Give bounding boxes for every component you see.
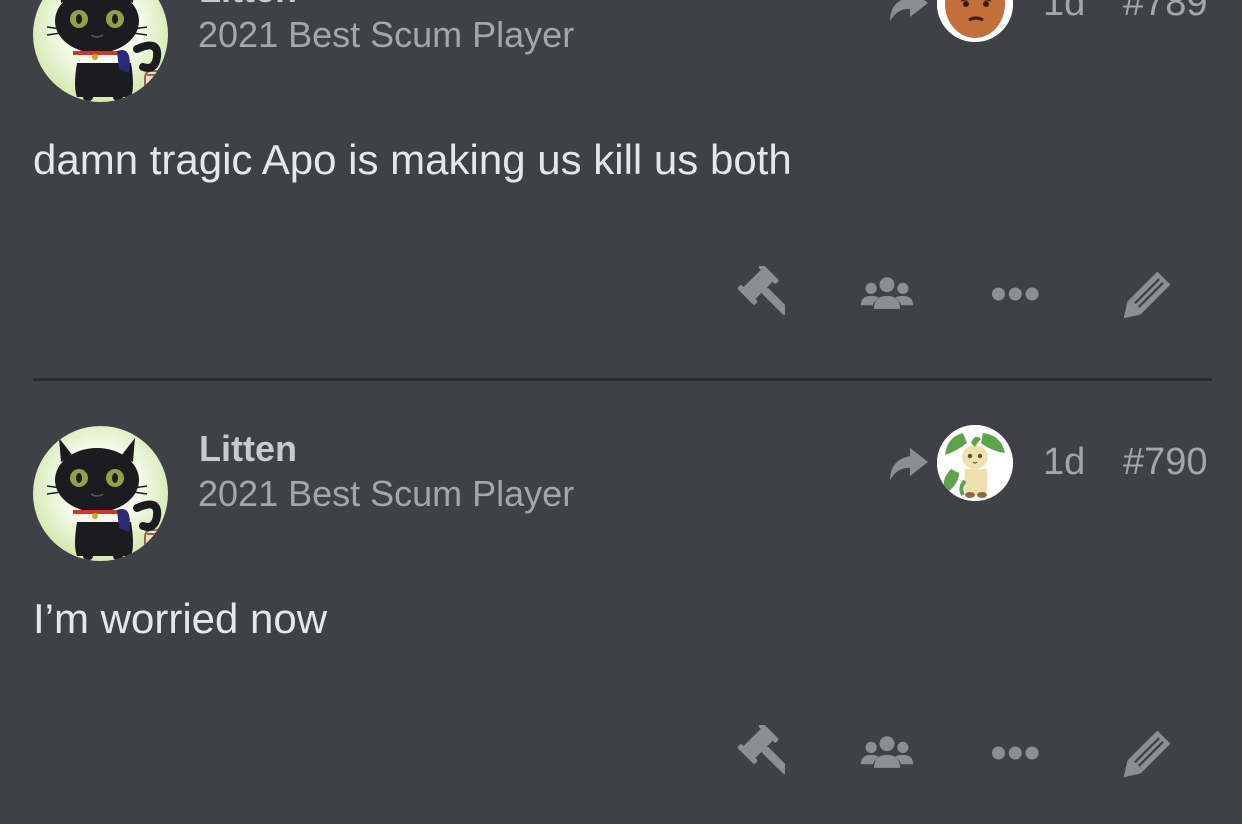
- post-age[interactable]: 1d: [1043, 441, 1085, 483]
- user-title: 2021 Best Scum Player: [198, 473, 575, 514]
- post-body: I’m worried now: [33, 595, 328, 642]
- post-username[interactable]: Litten: [199, 429, 297, 469]
- gavel-icon[interactable]: [729, 725, 785, 781]
- users-icon[interactable]: [859, 725, 915, 781]
- reply-arrow-icon[interactable]: [886, 446, 930, 482]
- pencil-icon[interactable]: [1120, 725, 1176, 781]
- more-dots-icon[interactable]: [991, 725, 1047, 781]
- post-number[interactable]: #790: [1123, 441, 1208, 483]
- replied-to-avatar[interactable]: [937, 425, 1013, 501]
- post-790: Litten 2021 Best Scum Player 1d #790 I’m…: [0, 0, 1242, 380]
- user-avatar[interactable]: [33, 426, 168, 561]
